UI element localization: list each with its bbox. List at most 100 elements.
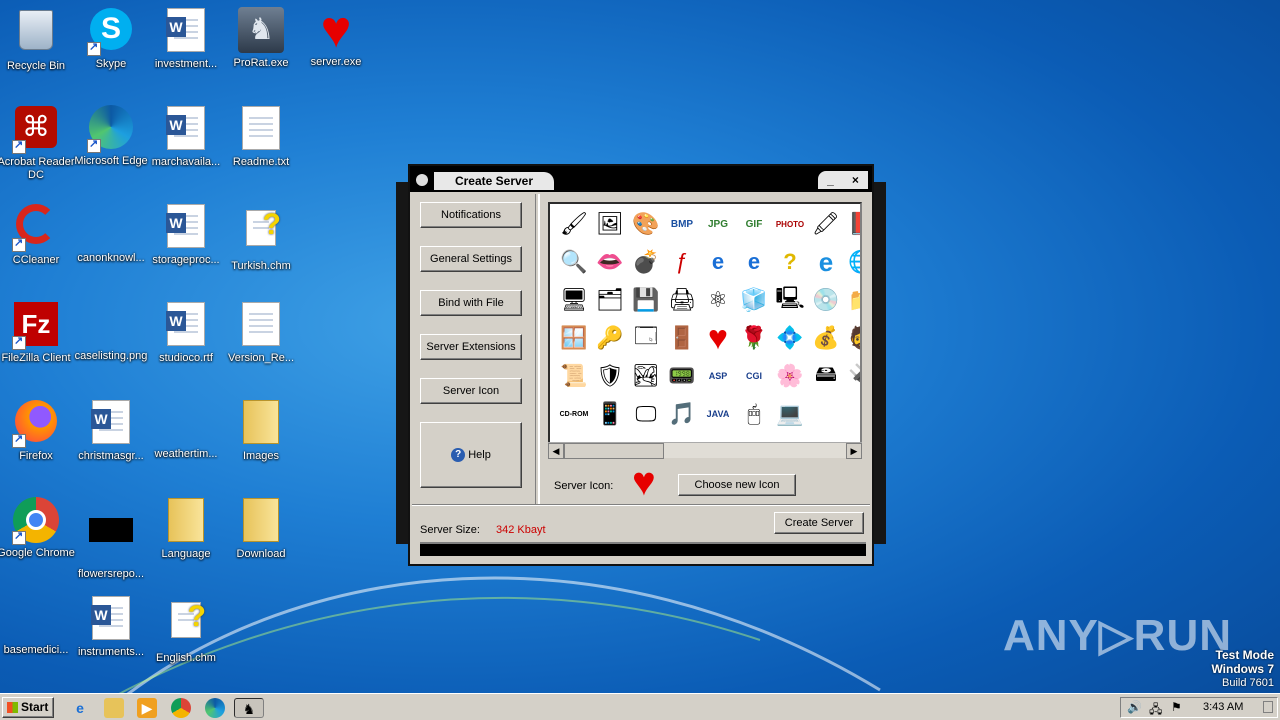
desktop-icon-recycle-bin[interactable]: Recycle Bin — [0, 6, 76, 73]
picture-frame-icon[interactable]: 🖼 — [592, 206, 628, 242]
red-folder-icon[interactable]: 📁 — [844, 282, 860, 318]
edit-picture-icon[interactable]: 🎨 — [628, 206, 664, 242]
volume-icon[interactable]: 🔊 — [1127, 700, 1142, 714]
paint-tools-icon[interactable]: 🖌 — [556, 206, 592, 242]
desktop-icon-christmasgr[interactable]: W christmasgr... — [71, 398, 151, 463]
lips-icon[interactable]: 👄 — [592, 244, 628, 280]
pink-flower-icon[interactable]: 🌸 — [772, 358, 808, 394]
desktop-icon-firefox[interactable]: Firefox — [0, 398, 76, 463]
server-extensions-button[interactable]: Server Extensions — [420, 334, 522, 360]
desktop-icon-version-re[interactable]: Version_Re... — [221, 300, 301, 365]
desktop-icon-basemedici[interactable]: basemedici... — [0, 594, 76, 657]
bomb-icon[interactable]: 💣 — [628, 244, 664, 280]
help-document-icon[interactable]: ? — [772, 244, 808, 280]
magnifier-document-icon[interactable]: 🔍 — [556, 244, 592, 280]
network-share-icon[interactable]: 🖳 — [772, 282, 808, 318]
molecule-icon[interactable]: ⚛ — [700, 282, 736, 318]
scroll-left-arrow-icon[interactable]: ◀ — [548, 443, 564, 459]
desktop-icon-caselisting[interactable]: caselisting.png — [71, 300, 151, 363]
server-icon-button[interactable]: Server Icon — [420, 378, 522, 404]
internet-explorer-icon[interactable]: e — [808, 244, 844, 280]
title-bar[interactable]: Create Server _ × — [410, 166, 872, 192]
create-server-button[interactable]: Create Server — [774, 512, 864, 534]
heart-icon[interactable]: ♥ — [700, 319, 736, 357]
desktop-icon-english-chm[interactable]: ? English.chm — [146, 594, 226, 665]
desktop-icon-filezilla[interactable]: Fz FileZilla Client — [0, 300, 76, 365]
desktop-icon-ccleaner[interactable]: CCleaner — [0, 202, 76, 267]
ie-page-icon[interactable]: e — [736, 244, 772, 280]
book-icon[interactable]: 📕 — [844, 206, 860, 242]
scroll-right-arrow-icon[interactable]: ▶ — [846, 443, 862, 459]
asp-document-icon[interactable]: ASP — [700, 358, 736, 394]
computer-icon[interactable]: 💻 — [772, 396, 808, 432]
java-document-icon[interactable]: JAVA — [700, 396, 736, 432]
cdrom-icon[interactable]: CD-ROM — [556, 396, 592, 432]
desktop-icon-canonknowl[interactable]: canonknowl... — [71, 202, 151, 265]
close-button[interactable]: × — [852, 173, 859, 187]
gothic-window-icon[interactable]: 🚪 — [664, 320, 700, 356]
jpg-eye-icon[interactable]: JPG — [700, 206, 736, 242]
desktop-icon-marchavaila[interactable]: W marchavaila... — [146, 104, 226, 169]
cell-phone-icon[interactable]: 📱 — [592, 396, 628, 432]
globe-icon[interactable]: 🌐 — [844, 244, 860, 280]
hard-drive-icon[interactable]: 🖴 — [808, 358, 844, 394]
bind-with-file-button[interactable]: Bind with File — [420, 290, 522, 316]
show-desktop-icon[interactable] — [1263, 701, 1273, 713]
minimize-button[interactable]: _ — [827, 173, 834, 187]
network-icon[interactable]: 🖧 — [1149, 700, 1162, 720]
desktop-icon-skype[interactable]: S Skype — [71, 6, 151, 71]
bmp-eye-icon[interactable]: BMP — [664, 206, 700, 242]
desktop-icon-investment[interactable]: W investment... — [146, 6, 226, 71]
desktop-icon-studioco[interactable]: W studioco.rtf — [146, 300, 226, 365]
crayons-icon[interactable]: 🖍 — [808, 206, 844, 242]
clock[interactable]: 3:43 AM — [1203, 701, 1243, 713]
flag-icon[interactable]: ⚑ — [1171, 700, 1182, 714]
face-icon[interactable]: 🧔 — [844, 320, 860, 356]
edge-icon[interactable] — [205, 698, 225, 718]
desktop-icon-storageproc[interactable]: W storageproc... — [146, 202, 226, 267]
general-settings-button[interactable]: General Settings — [420, 246, 522, 272]
key-icon[interactable]: 🔑 — [592, 320, 628, 356]
picture-icon[interactable]: 🏞 — [628, 358, 664, 394]
choose-new-icon-button[interactable]: Choose new Icon — [678, 474, 796, 496]
control-panel-icon[interactable]: 🗂 — [592, 282, 628, 318]
ie-document-icon[interactable]: e — [700, 244, 736, 280]
desktop-icon-acrobat[interactable]: ⌘ Acrobat Reader DC — [0, 104, 76, 182]
desktop-icon-server-exe[interactable]: ♥ server.exe — [296, 4, 376, 69]
music-icon[interactable]: 🎵 — [664, 396, 700, 432]
mouse-icon[interactable]: 🖱 — [736, 396, 772, 432]
photo-eye-icon[interactable]: PHOTO — [772, 206, 808, 242]
cd-player-icon[interactable]: 💿 — [808, 282, 844, 318]
blue-tile-icon[interactable]: 🧊 — [736, 282, 772, 318]
shield-icon[interactable]: 🛡 — [592, 358, 628, 394]
blank-window-icon[interactable]: 🗔 — [628, 320, 664, 356]
chrome-icon[interactable] — [171, 698, 191, 718]
desktop-icon-flowersrepo[interactable]: flowersrepo... — [71, 496, 151, 581]
network-computer-icon[interactable]: 🖥 — [556, 282, 592, 318]
script-document-icon[interactable]: 📜 — [556, 358, 592, 394]
desktop-icon-language[interactable]: Language — [146, 496, 226, 561]
media-player-icon[interactable]: ▶ — [137, 698, 157, 718]
desktop-icon-instruments[interactable]: W instruments... — [71, 594, 151, 659]
gif-eye-icon[interactable]: GIF — [736, 206, 772, 242]
flash-document-icon[interactable]: ƒ — [664, 244, 700, 280]
desktop-icon-turkish-chm[interactable]: ? Turkish.chm — [221, 202, 301, 273]
printer-computer-icon[interactable]: 🖨 — [664, 282, 700, 318]
monitor-document-icon[interactable]: 🖵 — [628, 396, 664, 432]
help-button[interactable]: ? Help — [420, 422, 522, 488]
file-explorer-icon[interactable] — [104, 698, 124, 718]
scroll-thumb[interactable] — [564, 443, 664, 459]
prorat-taskbar-icon[interactable]: ♞ — [234, 698, 264, 718]
icon-grid-scrollbar[interactable]: ◀ ▶ — [548, 442, 862, 459]
desktop-icon-edge[interactable]: Microsoft Edge — [71, 104, 151, 168]
money-bag-icon[interactable]: 💰 — [808, 320, 844, 356]
desktop-icon-prorat[interactable]: ♞ ProRat.exe — [221, 6, 301, 70]
save-disk-icon[interactable]: 💾 — [628, 282, 664, 318]
mobile-device-icon[interactable]: 📟 — [664, 358, 700, 394]
desktop-icon-download[interactable]: Download — [221, 496, 301, 561]
notifications-button[interactable]: Notifications — [420, 202, 522, 228]
rose-icon[interactable]: 🌹 — [736, 320, 772, 356]
start-button[interactable]: Start — [2, 697, 54, 718]
cables-icon[interactable]: 🔌 — [844, 358, 860, 394]
desktop-icon-readme[interactable]: Readme.txt — [221, 104, 301, 169]
